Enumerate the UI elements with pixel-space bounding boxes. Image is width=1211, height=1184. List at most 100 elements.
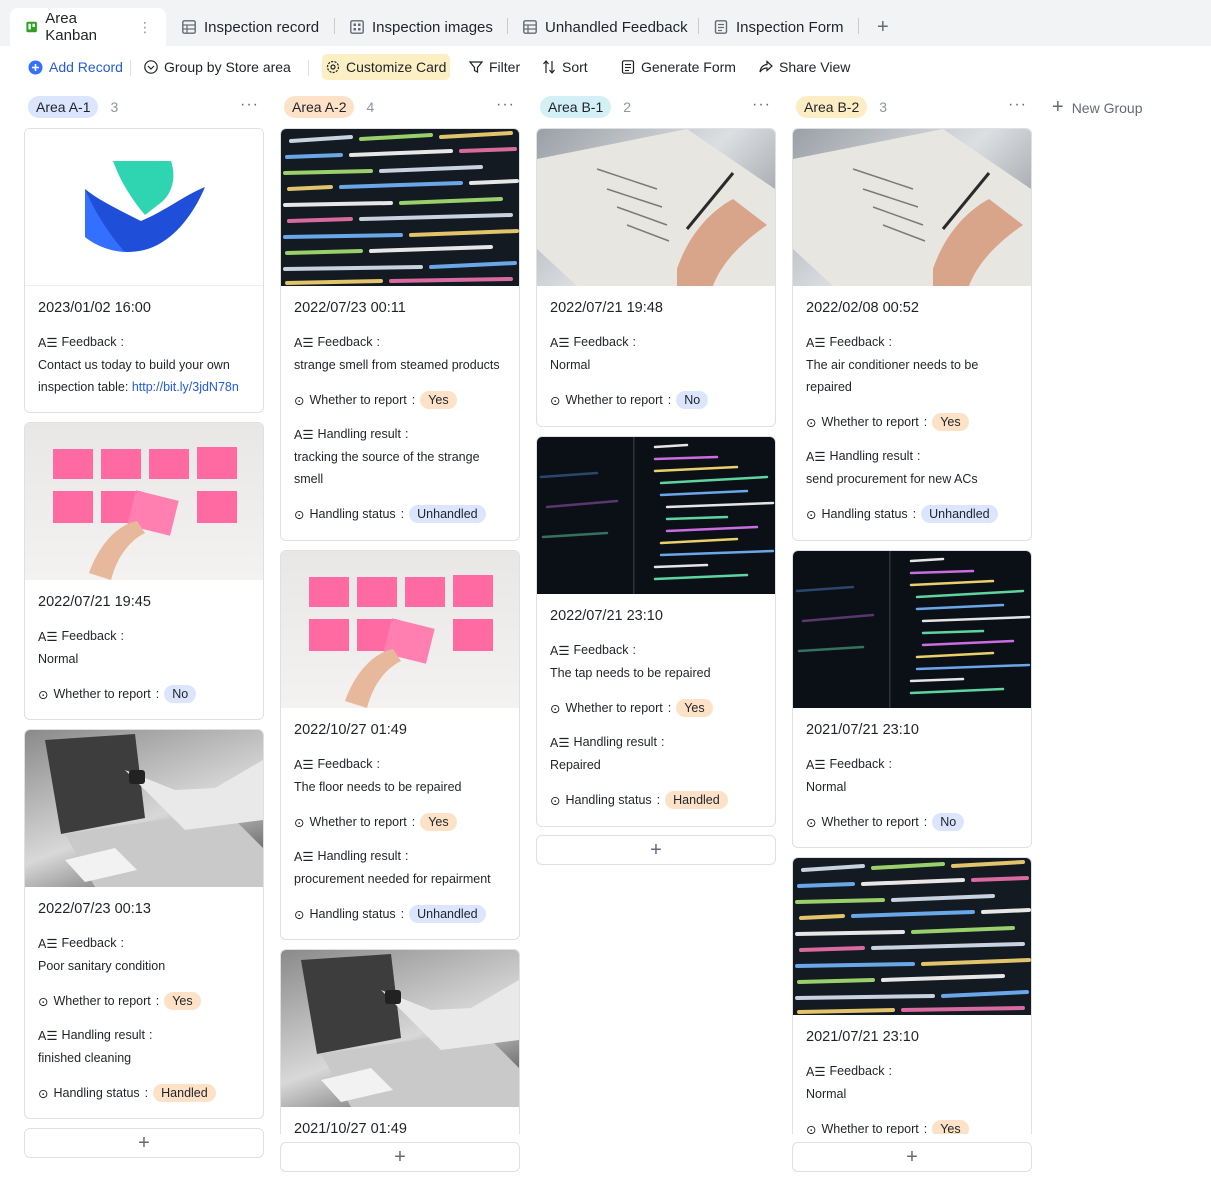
- card-cover-checklist: [793, 129, 1031, 286]
- share-view-button[interactable]: Share View: [759, 54, 850, 80]
- field-label-feedback: A☰ Feedback:: [38, 629, 124, 644]
- field-label-result: A☰ Handling result:: [806, 449, 921, 464]
- card-date: 2022/02/08 00:52: [806, 300, 919, 316]
- text-field-icon: A☰: [806, 1064, 826, 1079]
- select-field-icon: ⊙: [294, 815, 305, 830]
- add-card-button[interactable]: +: [24, 1128, 264, 1158]
- group-more-icon[interactable]: ···: [240, 96, 259, 114]
- report-badge: Yes: [676, 699, 713, 717]
- report-badge: Yes: [932, 1120, 969, 1134]
- tab-unhandled-feedback[interactable]: Unhandled Feedback: [523, 8, 688, 46]
- group-header-area-b1[interactable]: Area B-1 2: [540, 95, 631, 119]
- select-field-icon: ⊙: [38, 994, 49, 1009]
- tab-area-kanban[interactable]: Area Kanban ⋮: [10, 8, 166, 46]
- toolbar-divider: [130, 60, 131, 76]
- gear-icon: [326, 60, 340, 74]
- select-field-icon: ⊙: [550, 793, 561, 808]
- customize-card-label: Customize Card: [346, 59, 447, 75]
- text-field-icon: A☰: [294, 757, 314, 772]
- plus-icon: +: [1052, 96, 1064, 118]
- text-field-icon: A☰: [294, 335, 314, 350]
- record-card[interactable]: 2022/07/23 00:13 A☰ Feedback: Poor sanita…: [24, 729, 264, 1119]
- add-record-button[interactable]: Add Record: [28, 54, 123, 80]
- select-field-icon: ⊙: [294, 507, 305, 522]
- group-more-icon[interactable]: ···: [1008, 96, 1027, 114]
- toolbar-divider: [308, 60, 309, 76]
- add-card-button[interactable]: +: [536, 835, 776, 865]
- tab-options-icon[interactable]: ⋮: [138, 19, 152, 36]
- kanban-column-area-b1: 2022/07/21 19:48 A☰ Feedback: Normal ⊙ Whe…: [536, 128, 776, 828]
- generate-form-button[interactable]: Generate Form: [621, 54, 736, 80]
- filter-button[interactable]: Filter: [469, 54, 520, 80]
- group-more-icon[interactable]: ···: [496, 96, 515, 114]
- report-badge: Yes: [164, 992, 201, 1010]
- sort-icon: [543, 60, 555, 74]
- field-report: ⊙ Whether to report: Yes: [806, 412, 1018, 432]
- record-card[interactable]: 2023/01/02 16:00 A☰ Feedback: Contact us …: [24, 128, 264, 413]
- kanban-column-area-b2: 2022/02/08 00:52 A☰ Feedback: The air con…: [792, 128, 1032, 1134]
- checklist-image-icon: [793, 129, 1031, 286]
- filter-icon: [469, 61, 483, 73]
- text-field-icon: A☰: [806, 449, 826, 464]
- record-card[interactable]: 2022/07/21 19:48 A☰ Feedback: Normal ⊙ Whe…: [536, 128, 776, 427]
- add-card-button[interactable]: +: [792, 1142, 1032, 1172]
- group-header-area-a2[interactable]: Area A-2 4: [284, 95, 374, 119]
- report-badge: Yes: [932, 413, 969, 431]
- card-date: 2023/01/02 16:00: [38, 300, 151, 316]
- record-card[interactable]: 2021/07/21 23:10 A☰ Feedback: Normal ⊙ Whe…: [792, 857, 1032, 1134]
- card-date: 2022/07/23 00:11: [294, 300, 406, 316]
- group-count: 3: [110, 99, 119, 115]
- add-view-plus-icon[interactable]: +: [877, 8, 889, 46]
- text-field-icon: A☰: [550, 335, 570, 350]
- group-header-area-b2[interactable]: Area B-2 3: [796, 95, 887, 119]
- group-by-button[interactable]: Group by Store area: [144, 54, 291, 80]
- select-field-icon: ⊙: [806, 507, 817, 522]
- field-report: ⊙ Whether to report: Yes: [294, 812, 506, 832]
- sort-button[interactable]: Sort: [542, 54, 588, 80]
- record-card[interactable]: 2021/07/21 23:10 A☰ Feedback: Normal ⊙ Whe…: [792, 550, 1032, 848]
- tab-inspection-form[interactable]: Inspection Form: [714, 8, 844, 46]
- card-cover-code: [281, 129, 519, 286]
- sort-label: Sort: [562, 59, 588, 75]
- group-header-area-a1[interactable]: Area A-1 3: [28, 95, 118, 119]
- field-label-feedback: A☰ Feedback:: [806, 335, 892, 350]
- card-cover-logo: [25, 129, 263, 286]
- laptop-image-icon: [301, 954, 519, 1107]
- card-date: 2022/07/21 19:48: [550, 300, 663, 316]
- record-card[interactable]: 2022/07/21 23:10 A☰ Feedback: The tap nee…: [536, 436, 776, 827]
- field-label-feedback: A☰ Feedback:: [806, 757, 892, 772]
- card-feedback-value: Normal: [550, 358, 591, 372]
- select-field-icon: ⊙: [38, 687, 49, 702]
- code-image-icon: [795, 860, 1031, 1014]
- sticky-notes-image-icon: [53, 447, 237, 580]
- text-field-icon: A☰: [294, 427, 314, 442]
- group-more-icon[interactable]: ···: [752, 96, 771, 114]
- customize-card-button[interactable]: Customize Card: [322, 54, 451, 80]
- group-tag: Area A-1: [28, 96, 99, 118]
- group-tag: Area B-2: [796, 96, 868, 118]
- field-label-result: A☰ Handling result:: [294, 849, 409, 864]
- record-card[interactable]: 2022/10/27 01:49 A☰ Feedback: The floor n…: [280, 550, 520, 940]
- select-field-icon: ⊙: [806, 415, 817, 430]
- select-field-icon: ⊙: [294, 907, 305, 922]
- card-result-value: tracking the source of the strange smell: [294, 450, 480, 486]
- text-field-icon: A☰: [38, 629, 58, 644]
- group-count: 2: [623, 99, 632, 115]
- new-group-button[interactable]: + New Group: [1052, 96, 1143, 119]
- record-card[interactable]: 2022/07/21 19:45 A☰ Feedback: Normal ⊙ Whe…: [24, 422, 264, 720]
- report-badge: No: [676, 391, 709, 409]
- record-card[interactable]: 2021/10/27 01:49: [280, 949, 520, 1134]
- tab-divider: [698, 18, 699, 34]
- field-report: ⊙ Whether to report: Yes: [806, 1119, 1018, 1134]
- field-label-result: A☰ Handling result:: [550, 735, 665, 750]
- add-card-button[interactable]: +: [280, 1142, 520, 1172]
- tab-inspection-record[interactable]: Inspection record: [182, 8, 319, 46]
- record-card[interactable]: 2022/07/23 00:11 A☰ Feedback: strange sme…: [280, 128, 520, 541]
- card-feedback-value: strange smell from steamed products: [294, 358, 500, 372]
- field-label-feedback: A☰ Feedback:: [806, 1064, 892, 1079]
- record-card[interactable]: 2022/02/08 00:52 A☰ Feedback: The air con…: [792, 128, 1032, 541]
- feedback-link[interactable]: http://bit.ly/3jdN78n: [132, 380, 239, 394]
- tab-inspection-images[interactable]: Inspection images: [350, 8, 493, 46]
- card-date: 2022/10/27 01:49: [294, 722, 407, 738]
- field-label-feedback: A☰ Feedback:: [38, 335, 124, 350]
